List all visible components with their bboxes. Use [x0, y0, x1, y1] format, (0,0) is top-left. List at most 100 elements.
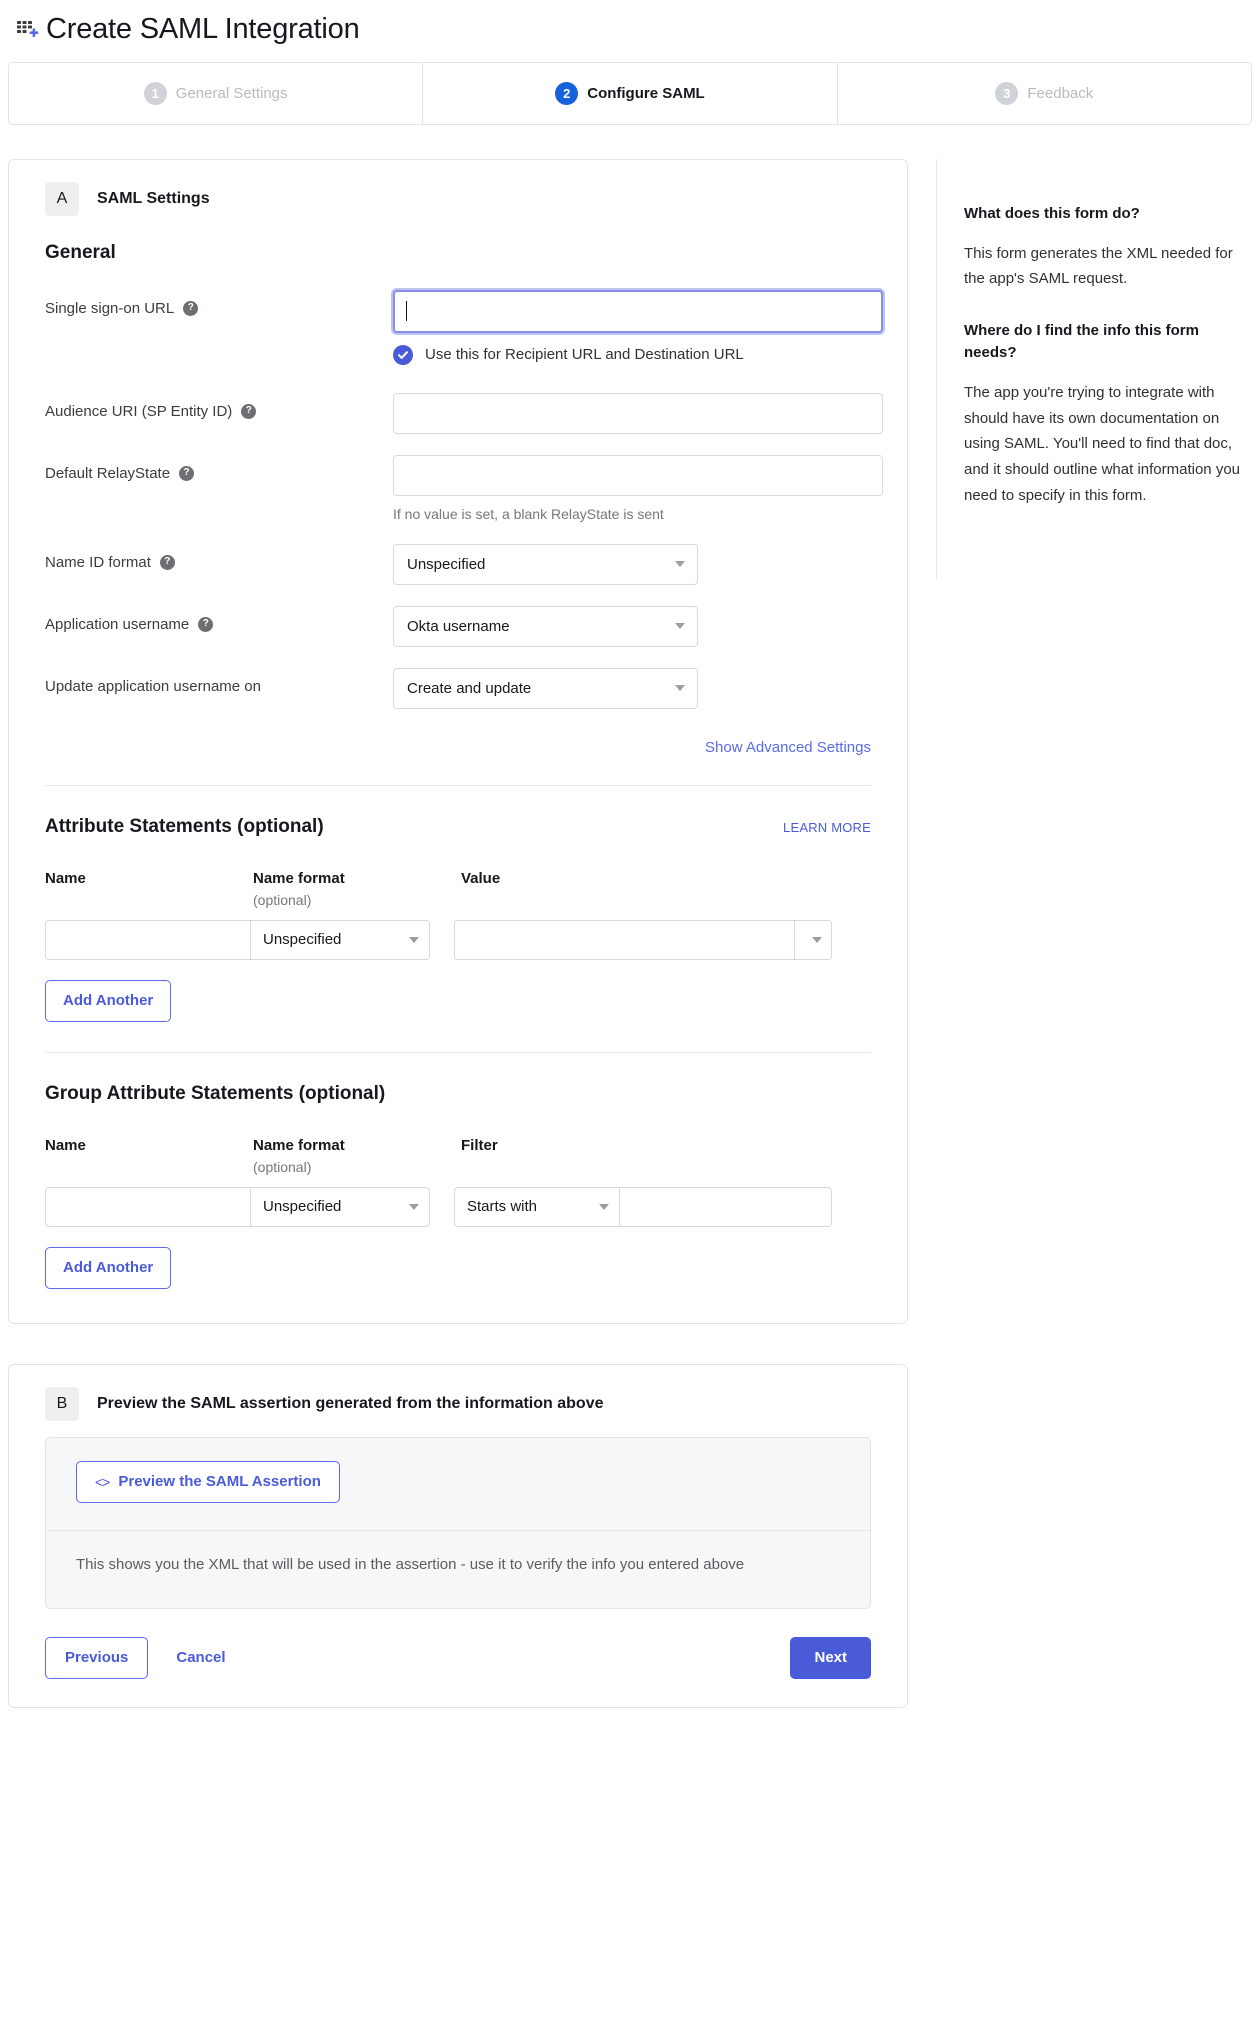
group-attribute-column-headers: Name Name format (optional) Filter: [45, 1137, 871, 1175]
audience-uri-label: Audience URI (SP Entity ID): [45, 403, 232, 420]
field-row-sso-url: Single sign-on URL ? Use thi: [45, 290, 871, 365]
application-username-select[interactable]: Okta username: [393, 606, 698, 647]
help-icon-sso-url[interactable]: ?: [183, 301, 198, 316]
attribute-statement-row: Unspecified: [45, 920, 871, 960]
attr-col-value: Value: [461, 870, 871, 908]
attribute-name-input[interactable]: [45, 920, 250, 960]
step-general-settings[interactable]: 1 General Settings: [9, 63, 423, 124]
group-attribute-filter-value: Starts with: [467, 1198, 537, 1215]
group-attribute-name-format-select[interactable]: Unspecified: [250, 1187, 430, 1227]
saml-settings-title: SAML Settings: [97, 190, 210, 208]
application-username-label: Application username: [45, 616, 189, 633]
default-relaystate-control: If no value is set, a blank RelayState i…: [393, 455, 883, 522]
page-title: Create SAML Integration: [46, 14, 360, 46]
saml-settings-card-header: A SAML Settings: [45, 182, 871, 216]
attribute-statements-add-another-button[interactable]: Add Another: [45, 980, 171, 1022]
advanced-settings-row: Show Advanced Settings: [45, 739, 871, 756]
app-grid-plus-icon: [14, 15, 44, 45]
general-heading: General: [45, 242, 871, 264]
update-application-username-on-select[interactable]: Create and update: [393, 668, 698, 709]
attr-col-value-label: Value: [461, 870, 871, 887]
group-attribute-name-format-value: Unspecified: [263, 1198, 341, 1215]
group-attribute-statements-title: Group Attribute Statements (optional): [45, 1083, 385, 1105]
attribute-statements-learn-more-link[interactable]: LEARN MORE: [783, 820, 871, 835]
sso-url-input[interactable]: [393, 290, 883, 333]
group-attribute-statements-header: Group Attribute Statements (optional): [45, 1083, 871, 1105]
name-id-format-select[interactable]: Unspecified: [393, 544, 698, 585]
step-feedback[interactable]: 3 Feedback: [838, 63, 1251, 124]
preview-saml-assertion-button-label: Preview the SAML Assertion: [118, 1473, 321, 1490]
group-attribute-statements-section: Group Attribute Statements (optional) Na…: [45, 1083, 871, 1289]
attribute-value-input[interactable]: [454, 920, 794, 960]
attribute-value-dropdown-toggle[interactable]: [794, 920, 832, 960]
group-attribute-name-input[interactable]: [45, 1187, 250, 1227]
step-2-number: 2: [555, 82, 578, 105]
field-row-audience-uri: Audience URI (SP Entity ID) ?: [45, 393, 871, 434]
default-relaystate-label: Default RelayState: [45, 465, 170, 482]
chevron-down-icon: [599, 1204, 609, 1210]
default-relaystate-input[interactable]: [393, 455, 883, 496]
attribute-statements-header: Attribute Statements (optional) LEARN MO…: [45, 816, 871, 838]
step-1-number: 1: [144, 82, 167, 105]
attribute-statements-section: Attribute Statements (optional) LEARN MO…: [45, 816, 871, 1022]
column-gap: [430, 920, 454, 960]
group-attribute-statements-add-another-button[interactable]: Add Another: [45, 1247, 171, 1289]
audience-uri-control: [393, 393, 883, 434]
use-for-recipient-destination-label: Use this for Recipient URL and Destinati…: [425, 346, 744, 363]
help-icon-default-relaystate[interactable]: ?: [179, 466, 194, 481]
chevron-down-icon: [409, 937, 419, 943]
saml-settings-card: A SAML Settings General Single sign-on U…: [8, 159, 908, 1324]
preview-saml-assertion-button[interactable]: <> Preview the SAML Assertion: [76, 1461, 340, 1503]
attr-col-name-format-label: Name format: [253, 870, 461, 887]
use-for-recipient-destination-checkbox[interactable]: [393, 345, 413, 365]
group-attribute-filter-select[interactable]: Starts with: [454, 1187, 619, 1227]
column-gap: [430, 1187, 454, 1227]
sso-url-label: Single sign-on URL: [45, 300, 174, 317]
step-configure-saml[interactable]: 2 Configure SAML: [423, 63, 837, 124]
sso-url-input-wrap: [393, 290, 883, 333]
help-icon-audience-uri[interactable]: ?: [241, 404, 256, 419]
update-application-username-on-value: Create and update: [407, 680, 531, 697]
divider-2: [45, 1052, 871, 1053]
section-badge-a: A: [45, 182, 79, 216]
group-attr-col-name-format-sub: (optional): [253, 1159, 461, 1175]
cancel-button[interactable]: Cancel: [172, 1649, 229, 1666]
update-application-username-on-label-group: Update application username on: [45, 668, 393, 695]
preview-assertion-top: <> Preview the SAML Assertion: [46, 1438, 870, 1531]
next-button[interactable]: Next: [790, 1637, 871, 1679]
section-badge-b: B: [45, 1387, 79, 1421]
attribute-name-format-select[interactable]: Unspecified: [250, 920, 430, 960]
step-3-number: 3: [995, 82, 1018, 105]
field-row-application-username: Application username ? Okta username: [45, 606, 871, 647]
sso-url-control: Use this for Recipient URL and Destinati…: [393, 290, 883, 365]
name-id-format-label: Name ID format: [45, 554, 151, 571]
sso-url-label-group: Single sign-on URL ?: [45, 290, 393, 317]
help-icon-application-username[interactable]: ?: [198, 617, 213, 632]
audience-uri-input[interactable]: [393, 393, 883, 434]
group-attr-col-name-label: Name: [45, 1137, 253, 1154]
help-question-2-body: The app you're trying to integrate with …: [964, 380, 1252, 509]
application-username-value: Okta username: [407, 618, 510, 635]
help-icon-name-id-format[interactable]: ?: [160, 555, 175, 570]
sso-url-checkbox-row[interactable]: Use this for Recipient URL and Destinati…: [393, 345, 883, 365]
preview-assertion-title: Preview the SAML assertion generated fro…: [97, 1395, 603, 1413]
code-brackets-icon: <>: [95, 1474, 109, 1490]
application-username-label-group: Application username ?: [45, 606, 393, 633]
group-attr-col-name-format: Name format (optional): [253, 1137, 461, 1175]
chevron-down-icon: [812, 937, 822, 943]
text-caret: [406, 301, 407, 321]
step-1-label: General Settings: [176, 85, 288, 102]
wizard-stepper: 1 General Settings 2 Configure SAML 3 Fe…: [8, 62, 1252, 125]
group-attr-col-filter: Filter: [461, 1137, 871, 1175]
chevron-down-icon: [675, 685, 685, 691]
previous-button[interactable]: Previous: [45, 1637, 148, 1679]
name-id-format-value: Unspecified: [407, 556, 485, 573]
wizard-footer-buttons: Previous Cancel Next: [45, 1637, 871, 1679]
chevron-down-icon: [675, 561, 685, 567]
help-question-1-heading: What does this form do?: [964, 203, 1252, 225]
preview-assertion-description: This shows you the XML that will be used…: [46, 1531, 870, 1608]
group-attribute-filter-input[interactable]: [619, 1187, 832, 1227]
show-advanced-settings-link[interactable]: Show Advanced Settings: [705, 739, 871, 756]
audience-uri-label-group: Audience URI (SP Entity ID) ?: [45, 393, 393, 420]
attr-col-name: Name: [45, 870, 253, 908]
